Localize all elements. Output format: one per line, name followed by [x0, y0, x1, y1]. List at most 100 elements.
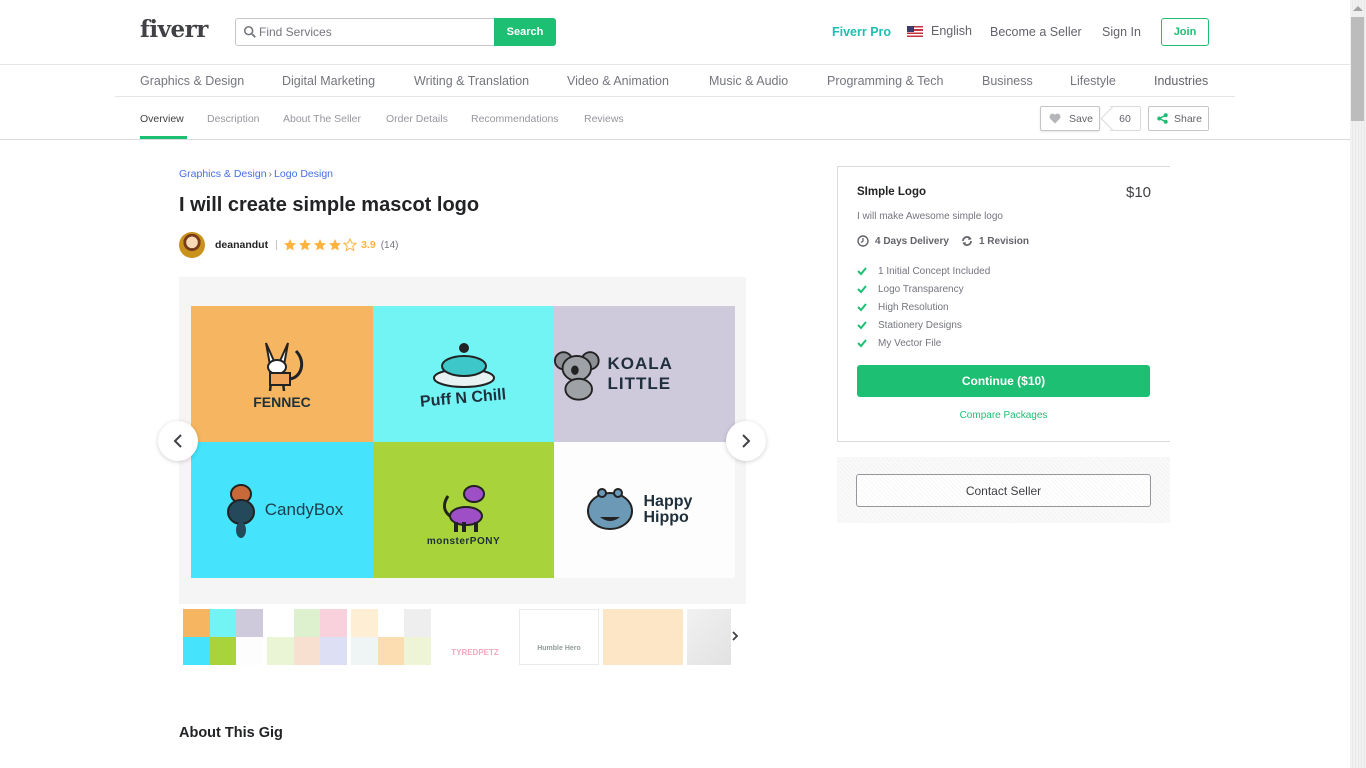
language-label: English [931, 24, 972, 38]
seller-name[interactable]: deanandut [215, 239, 268, 251]
search-icon [243, 25, 256, 38]
puffin-mascot-icon [432, 343, 495, 388]
thumbnail-6[interactable] [603, 609, 683, 665]
logo-tile-puff-n-chill: Puff N Chill [373, 306, 554, 442]
feature-label: Stationery Designs [878, 319, 962, 331]
thumbnail-label: TYREDPETZ [451, 648, 499, 657]
tab-description[interactable]: Description [207, 113, 260, 125]
pony-mascot-icon [442, 484, 485, 532]
star-filled-icon [299, 239, 312, 251]
feature-item: Logo Transparency [857, 280, 990, 298]
thumbnails-next-button[interactable] [731, 629, 739, 645]
breadcrumb: Graphics & Design › Logo Design [179, 168, 333, 180]
feature-label: Logo Transparency [878, 283, 964, 295]
fiverr-pro-link[interactable]: Fiverr Pro [832, 25, 891, 39]
category-industries[interactable]: Industries [1154, 74, 1208, 88]
category-writing-translation[interactable]: Writing & Translation [414, 74, 529, 88]
tile-label: monsterPONY [426, 535, 501, 547]
check-icon [857, 303, 867, 312]
scroll-up-arrow-icon[interactable] [1353, 6, 1363, 11]
breadcrumb-graphics-design[interactable]: Graphics & Design [179, 168, 267, 180]
chevron-right-icon [732, 631, 739, 641]
category-business[interactable]: Business [982, 74, 1033, 88]
sign-in-link[interactable]: Sign In [1102, 25, 1141, 39]
category-digital-marketing[interactable]: Digital Marketing [282, 74, 375, 88]
chevron-left-icon [173, 434, 182, 448]
save-label: Save [1069, 112, 1093, 125]
delivery-time: 4 Days Delivery [875, 235, 949, 247]
gallery-prev-button[interactable] [158, 421, 198, 461]
top-header: fiverr Find Services Search Fiverr Pro E… [0, 0, 1350, 65]
hippo-mascot-icon [586, 488, 633, 530]
tab-order-details[interactable]: Order Details [386, 113, 448, 125]
tab-reviews[interactable]: Reviews [584, 113, 624, 125]
become-seller-link[interactable]: Become a Seller [990, 25, 1082, 39]
category-programming-tech[interactable]: Programming & Tech [827, 74, 944, 88]
logo-tile-monsterpony: monsterPONY [373, 442, 554, 578]
koala-mascot-icon [554, 351, 600, 401]
tile-label: KOALA LITTLE [607, 354, 673, 393]
category-graphics-design[interactable]: Graphics & Design [140, 74, 244, 88]
category-video-animation[interactable]: Video & Animation [567, 74, 669, 88]
about-gig-heading: About This Gig [179, 725, 283, 741]
heart-icon [1049, 113, 1061, 124]
gallery-main-image[interactable]: FENNEC Puff N Chill KOALA LITTLE CandyBo… [191, 306, 735, 578]
tab-about-seller[interactable]: About The Seller [283, 113, 361, 125]
gallery-next-button[interactable] [726, 421, 766, 461]
tab-recommendations[interactable]: Recommendations [471, 113, 559, 125]
language-selector[interactable]: English [907, 24, 972, 38]
tile-label: FENNEC [253, 393, 311, 410]
search-button[interactable]: Search [494, 18, 556, 46]
fennec-mascot-icon [265, 342, 304, 391]
rating-value: 3.9 [361, 239, 376, 251]
feature-label: My Vector File [878, 337, 942, 349]
thumbnail-label: Humble Hero [537, 645, 581, 652]
logo-tile-koala: KOALA LITTLE [554, 306, 735, 442]
feature-item: Stationery Designs [857, 316, 990, 334]
star-filled-icon [314, 239, 327, 251]
thumbnail-4[interactable]: TYREDPETZ [435, 609, 515, 665]
compare-packages-link[interactable]: Compare Packages [857, 410, 1150, 421]
seller-avatar[interactable] [179, 232, 205, 258]
thumbnail-3[interactable] [351, 609, 431, 665]
clock-icon [857, 235, 869, 247]
star-rating [283, 238, 358, 252]
logo-tile-candybox: CandyBox [191, 442, 373, 578]
search-input[interactable]: Find Services [235, 18, 494, 46]
chevron-right-icon [742, 434, 751, 448]
join-button[interactable]: Join [1161, 18, 1209, 46]
share-button[interactable]: Share [1148, 106, 1209, 131]
category-lifestyle[interactable]: Lifestyle [1070, 74, 1116, 88]
thumbnail-1[interactable] [183, 609, 263, 665]
search-placeholder: Find Services [259, 25, 332, 39]
feature-item: High Resolution [857, 298, 990, 316]
otter-mascot-icon [226, 484, 255, 538]
save-button[interactable]: Save [1040, 106, 1100, 131]
gig-title: I will create simple mascot logo [179, 194, 480, 216]
check-icon [857, 285, 867, 294]
active-tab-indicator [140, 136, 187, 139]
check-icon [857, 321, 867, 330]
thumbnail-7[interactable] [687, 609, 731, 665]
search-bar: Find Services Search [235, 18, 556, 46]
tile-label: Puff N Chill [419, 386, 508, 411]
contact-seller-button[interactable]: Contact Seller [856, 474, 1151, 507]
gallery-thumbnails: TYREDPETZ Humble Hero [179, 605, 746, 669]
thumbnail-2[interactable] [267, 609, 347, 665]
tab-overview[interactable]: Overview [140, 113, 184, 125]
thumbnail-5[interactable]: Humble Hero [519, 609, 599, 665]
revision-count: 1 Revision [978, 235, 1029, 247]
package-meta: 4 Days Delivery 1 Revision [857, 235, 1029, 247]
continue-button[interactable]: Continue ($10) [857, 365, 1150, 397]
scrollbar-thumb[interactable] [1351, 17, 1364, 121]
review-count[interactable]: (14) [381, 240, 399, 251]
star-filled-icon [284, 239, 297, 251]
fiverr-logo[interactable]: fiverr [140, 16, 208, 43]
star-empty-icon [343, 238, 358, 252]
tile-label: CandyBox [264, 500, 344, 519]
tile-label: Happy Hippo [643, 493, 693, 526]
share-label: Share [1174, 112, 1203, 125]
feature-item: 1 Initial Concept Included [857, 262, 990, 280]
category-music-audio[interactable]: Music & Audio [709, 74, 788, 88]
breadcrumb-logo-design[interactable]: Logo Design [274, 168, 333, 180]
